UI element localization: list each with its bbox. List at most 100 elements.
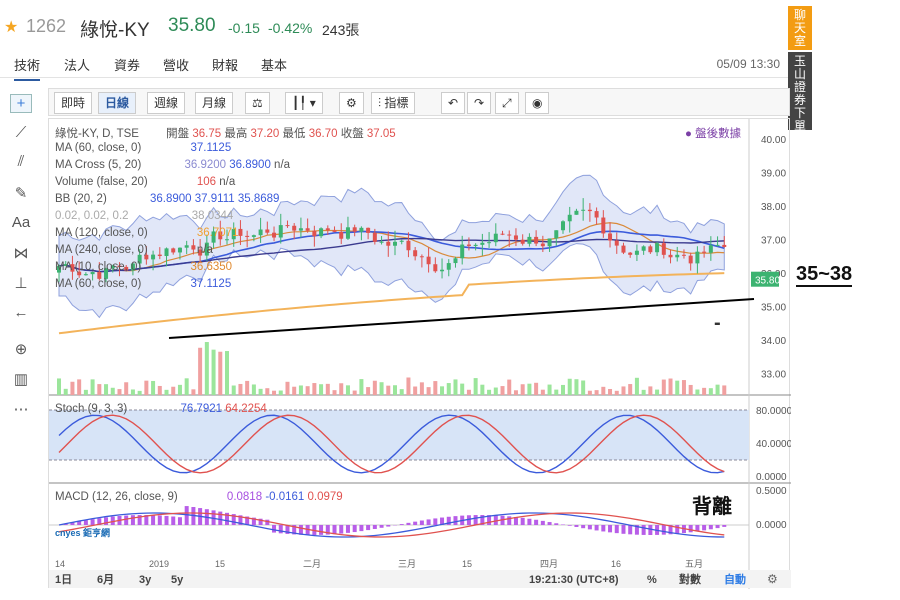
candlestick (238, 228, 243, 236)
legend-ma120-label: MA (120, close, 0) (55, 227, 148, 239)
volume-bar (466, 389, 471, 395)
candlestick (285, 225, 290, 227)
chart-style-icon[interactable]: ┃╿ ▾ (285, 92, 323, 114)
interval-realtime-button[interactable]: 即時 (54, 92, 93, 114)
screenshot-camera-icon[interactable]: ◉ (525, 92, 550, 114)
volume-bar (177, 384, 182, 395)
time-axis-tick: 15 (215, 559, 225, 569)
volume-bar (601, 386, 606, 395)
macd-histogram-bar (332, 525, 337, 535)
chat-room-button[interactable]: 聊天室 (788, 6, 812, 50)
legend-volume-label: Volume (false, 20) (55, 176, 148, 188)
cnyes-logo: cnyes 鉅亨網 (55, 528, 111, 538)
macd-histogram-bar (218, 511, 223, 525)
macd-histogram-bar (574, 525, 579, 527)
macd-histogram-bar (554, 523, 559, 525)
bottom-b4[interactable]: 5y (171, 574, 184, 586)
volume-bar (319, 384, 324, 395)
candlestick (258, 229, 263, 236)
tab-technical[interactable]: 技術 (14, 55, 41, 81)
volume-bar (211, 349, 216, 395)
legend-bb: BB (20, 2) 36.8900 37.9111 35.8689 (55, 193, 279, 205)
candlestick (406, 240, 411, 251)
candlestick (352, 227, 357, 232)
candlestick (587, 209, 592, 212)
macd-histogram-bar (278, 525, 283, 534)
interval-daily-button[interactable]: 日線 (98, 92, 137, 114)
legend-sar-label: 0.02, 0.02, 0.2 (55, 210, 129, 222)
settings-gear-icon[interactable]: ⚙ (339, 92, 364, 114)
ruler-icon[interactable]: ▥ (10, 370, 32, 388)
volume-bar (708, 388, 713, 395)
brush-icon[interactable]: ✎ (10, 184, 32, 202)
macd-histogram-bar (675, 525, 680, 534)
price-axis-tick: 34.00 (761, 336, 786, 347)
candlestick (265, 229, 270, 233)
fib-icon[interactable]: ⫽ (10, 153, 32, 170)
tab-financials[interactable]: 財報 (212, 55, 238, 74)
candlestick (426, 256, 431, 265)
bottom-b2[interactable]: 6月 (97, 573, 114, 586)
macd-histogram-bar (453, 516, 458, 525)
bottom-b3[interactable]: 3y (139, 574, 152, 586)
volume-bar (379, 382, 384, 395)
macd-histogram-bar (345, 525, 350, 533)
candlestick (298, 228, 303, 231)
tab-revenue[interactable]: 營收 (163, 55, 189, 74)
chart-area[interactable]: 40.0039.0038.0037.0036.0035.0034.0033.00… (48, 118, 793, 589)
legend-low-label: 最低 (282, 128, 306, 140)
candlestick (581, 209, 586, 211)
crosshair-icon[interactable]: + (10, 94, 32, 113)
volume-bar (198, 347, 203, 395)
trend-line-icon[interactable]: ⟋ (10, 124, 32, 141)
time-axis-tick: 四月 (540, 559, 558, 569)
bottom-auto[interactable]: 自動 (724, 572, 746, 586)
bottom-b1[interactable]: 1日 (55, 573, 72, 586)
measure-icon[interactable]: ⊥ (10, 274, 32, 292)
bottom-log[interactable]: 對數 (679, 572, 701, 586)
volume-bar (305, 386, 310, 395)
bottom-clock[interactable]: 19:21:30 (UTC+8) (529, 574, 619, 586)
candlestick (325, 228, 330, 231)
text-icon[interactable]: Aa (10, 214, 32, 231)
legend-ma10-value: 36.6350 (190, 261, 233, 273)
favorite-star-icon[interactable]: ★ (4, 17, 18, 37)
broker-order-button[interactable]: 玉山證券下單 (788, 52, 812, 133)
more-icon[interactable]: ⋯ (10, 400, 32, 418)
macd-value-signal: 0.0979 (307, 491, 343, 503)
redo-icon[interactable]: ↷ (467, 92, 492, 114)
volume-bar (534, 382, 539, 395)
legend-ma120-value: 36.7071 (196, 227, 239, 239)
header: ★ 1262 綠悅-KY 35.80 -0.15 -0.42% 243張 (0, 0, 790, 48)
volume-bar (500, 386, 505, 395)
volume-bar (520, 384, 525, 395)
macd-histogram-bar (151, 515, 156, 525)
tab-basic[interactable]: 基本 (261, 55, 287, 74)
indicators-button[interactable]: ⫶ 指標 (371, 92, 416, 114)
legend-macross: MA Cross (5, 20) 36.9200 36.8900 n/a (55, 159, 290, 171)
interval-monthly-button[interactable]: 月線 (195, 92, 234, 114)
compare-icon[interactable]: ⚖ (245, 92, 270, 114)
time-axis-tick: 五月 (685, 559, 703, 569)
volume-bar (386, 385, 391, 395)
price-axis-tick: 35.00 (761, 303, 786, 314)
candlestick (621, 245, 626, 253)
after-hours-label[interactable]: ● 盤後數據 (685, 125, 741, 141)
main-tabs: 技術 法人 資券 營收 財報 基本 05/09 13:30 (0, 50, 790, 81)
bottom-pct[interactable]: % (647, 574, 657, 586)
legend-ma60: MA (60, close, 0) 37.1125 (55, 142, 231, 154)
candlestick (379, 241, 384, 243)
tab-margin[interactable]: 資券 (114, 55, 140, 74)
candlestick (332, 230, 337, 232)
fullscreen-icon[interactable]: ⤢ (495, 92, 519, 114)
bottom-settings-gear-icon[interactable]: ⚙ (767, 572, 778, 586)
tab-institutional[interactable]: 法人 (64, 55, 90, 74)
undo-icon[interactable]: ↶ (441, 92, 466, 114)
back-arrow-icon[interactable]: ← (10, 304, 32, 321)
interval-weekly-button[interactable]: 週線 (147, 92, 186, 114)
candlestick (359, 227, 364, 232)
candlestick (453, 258, 458, 264)
volume-bar (104, 384, 109, 395)
zoom-icon[interactable]: ⊕ (10, 340, 32, 358)
pattern-icon[interactable]: ⋈ (10, 244, 32, 262)
